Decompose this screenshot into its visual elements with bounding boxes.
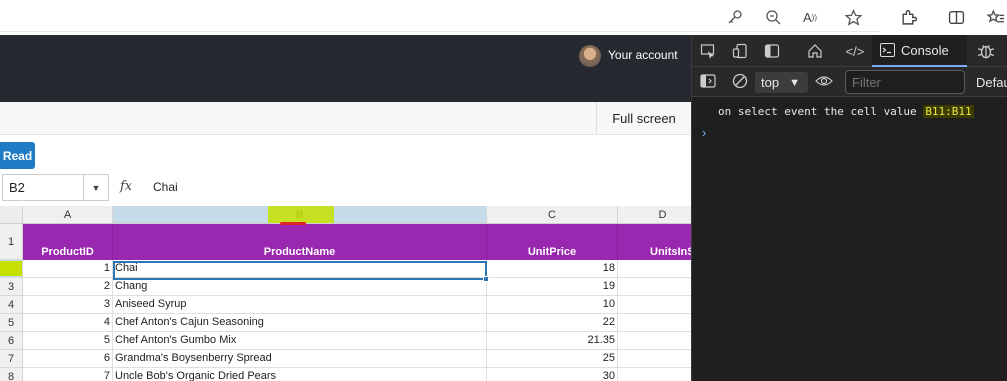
table-cell[interactable]: 10	[487, 296, 618, 314]
select-all-corner[interactable]	[0, 206, 23, 224]
table-cell[interactable]	[618, 350, 691, 368]
table-cell[interactable]	[618, 368, 691, 381]
table-cell[interactable]	[618, 332, 691, 350]
row-header[interactable]: 7	[0, 350, 23, 368]
zoom-icon[interactable]	[763, 7, 783, 27]
favorite-icon[interactable]	[843, 7, 863, 27]
inspect-icon[interactable]	[698, 42, 718, 60]
table-cell[interactable]: Chef Anton's Gumbo Mix	[113, 332, 487, 350]
row-header[interactable]: 8	[0, 368, 23, 381]
log-value: B11:B11	[923, 105, 974, 118]
row-header[interactable]: 3	[0, 278, 23, 296]
dock-side-icon[interactable]	[762, 42, 782, 60]
split-screen-icon[interactable]	[946, 7, 966, 27]
column-header-a[interactable]: A	[23, 206, 113, 224]
browser-toolbar: A))	[0, 0, 1007, 35]
row-header[interactable]: 4	[0, 296, 23, 314]
table-cell[interactable]: 3	[23, 296, 113, 314]
read-button[interactable]: Read	[0, 142, 35, 169]
table-cell[interactable]: Uncle Bob's Organic Dried Pears	[113, 368, 487, 381]
fx-label: fx	[120, 179, 133, 194]
devtools-tabbar: </> Console	[692, 35, 1007, 67]
fill-handle[interactable]	[483, 276, 489, 282]
table-cell[interactable]: 5	[23, 332, 113, 350]
console-icon	[880, 43, 895, 57]
table-cell[interactable]	[618, 278, 691, 296]
tab-console[interactable]: Console	[872, 35, 967, 67]
highlight-underline	[280, 222, 306, 225]
clear-console-icon[interactable]	[730, 72, 750, 90]
table-cell[interactable]: 30	[487, 368, 618, 381]
console-prompt[interactable]: ›	[702, 125, 706, 140]
row-header[interactable]: 1	[0, 224, 23, 260]
table-cell[interactable]: Chai	[113, 260, 487, 278]
formula-input[interactable]: Chai	[153, 180, 178, 194]
name-box[interactable]: B2	[2, 174, 84, 201]
table-cell[interactable]: 4	[23, 314, 113, 332]
header-cell[interactable]: UnitPrice	[487, 224, 618, 260]
highlight-marker	[268, 206, 334, 223]
table-cell[interactable]: 25	[487, 350, 618, 368]
table-cell[interactable]: 18	[487, 260, 618, 278]
account-link[interactable]: Your account	[608, 48, 678, 62]
table-cell[interactable]: Chang	[113, 278, 487, 296]
chevron-down-icon: ▼	[91, 182, 101, 193]
header-cell[interactable]: ProductID	[23, 224, 113, 260]
table-cell[interactable]: 2	[23, 278, 113, 296]
caret-down-icon: ▼	[789, 76, 800, 89]
home-icon[interactable]	[805, 42, 825, 60]
favorites-bar-icon[interactable]	[985, 7, 1005, 27]
devtools-panel: </> Console top ▼ Default levels on sele…	[691, 35, 1007, 381]
bug-icon[interactable]	[976, 42, 996, 60]
row-header[interactable]: 6	[0, 332, 23, 350]
table-cell[interactable]: Chef Anton's Cajun Seasoning	[113, 314, 487, 332]
avatar[interactable]	[579, 45, 601, 67]
table-cell[interactable]	[618, 314, 691, 332]
table-cell[interactable]: 21.35	[487, 332, 618, 350]
address-bar[interactable]	[0, 2, 880, 32]
table-cell[interactable]	[618, 296, 691, 314]
filter-input[interactable]	[845, 70, 965, 94]
column-header-c[interactable]: C	[487, 206, 618, 224]
column-header-d[interactable]: D	[618, 206, 691, 224]
table-cell[interactable]: 6	[23, 350, 113, 368]
read-aloud-icon[interactable]: A))	[800, 7, 820, 27]
console-message: on select event the cell value B11:B11	[718, 105, 974, 118]
extensions-icon[interactable]	[898, 7, 918, 27]
elements-icon[interactable]: </>	[845, 42, 865, 60]
table-cell[interactable]	[618, 260, 691, 278]
header-cell[interactable]: UnitsInS	[618, 224, 691, 260]
table-cell[interactable]: 1	[23, 260, 113, 278]
context-value: top	[761, 75, 780, 90]
header-cell[interactable]: ProductName	[113, 224, 487, 260]
table-cell[interactable]: Aniseed Syrup	[113, 296, 487, 314]
sidebar-toggle-icon[interactable]	[698, 72, 718, 90]
context-select[interactable]: top ▼	[755, 72, 808, 93]
row-highlight-marker	[0, 261, 22, 276]
tab-console-label: Console	[901, 42, 949, 58]
log-levels-dropdown[interactable]: Default levels	[976, 75, 1007, 90]
key-icon[interactable]	[725, 7, 745, 27]
device-toolbar-icon[interactable]	[730, 42, 750, 60]
table-cell[interactable]: Grandma's Boysenberry Spread	[113, 350, 487, 368]
table-cell[interactable]: 22	[487, 314, 618, 332]
app-subheader	[0, 102, 691, 135]
table-cell[interactable]: 7	[23, 368, 113, 381]
log-text: on select event the cell value	[718, 105, 924, 118]
eye-icon[interactable]	[814, 72, 834, 90]
spreadsheet[interactable]: A B C D 1 ProductID ProductName UnitPric…	[0, 206, 691, 381]
row-header[interactable]: 5	[0, 314, 23, 332]
table-cell[interactable]: 19	[487, 278, 618, 296]
full-screen-button[interactable]: Full screen	[596, 102, 691, 135]
name-box-dropdown[interactable]: ▼	[84, 174, 109, 201]
